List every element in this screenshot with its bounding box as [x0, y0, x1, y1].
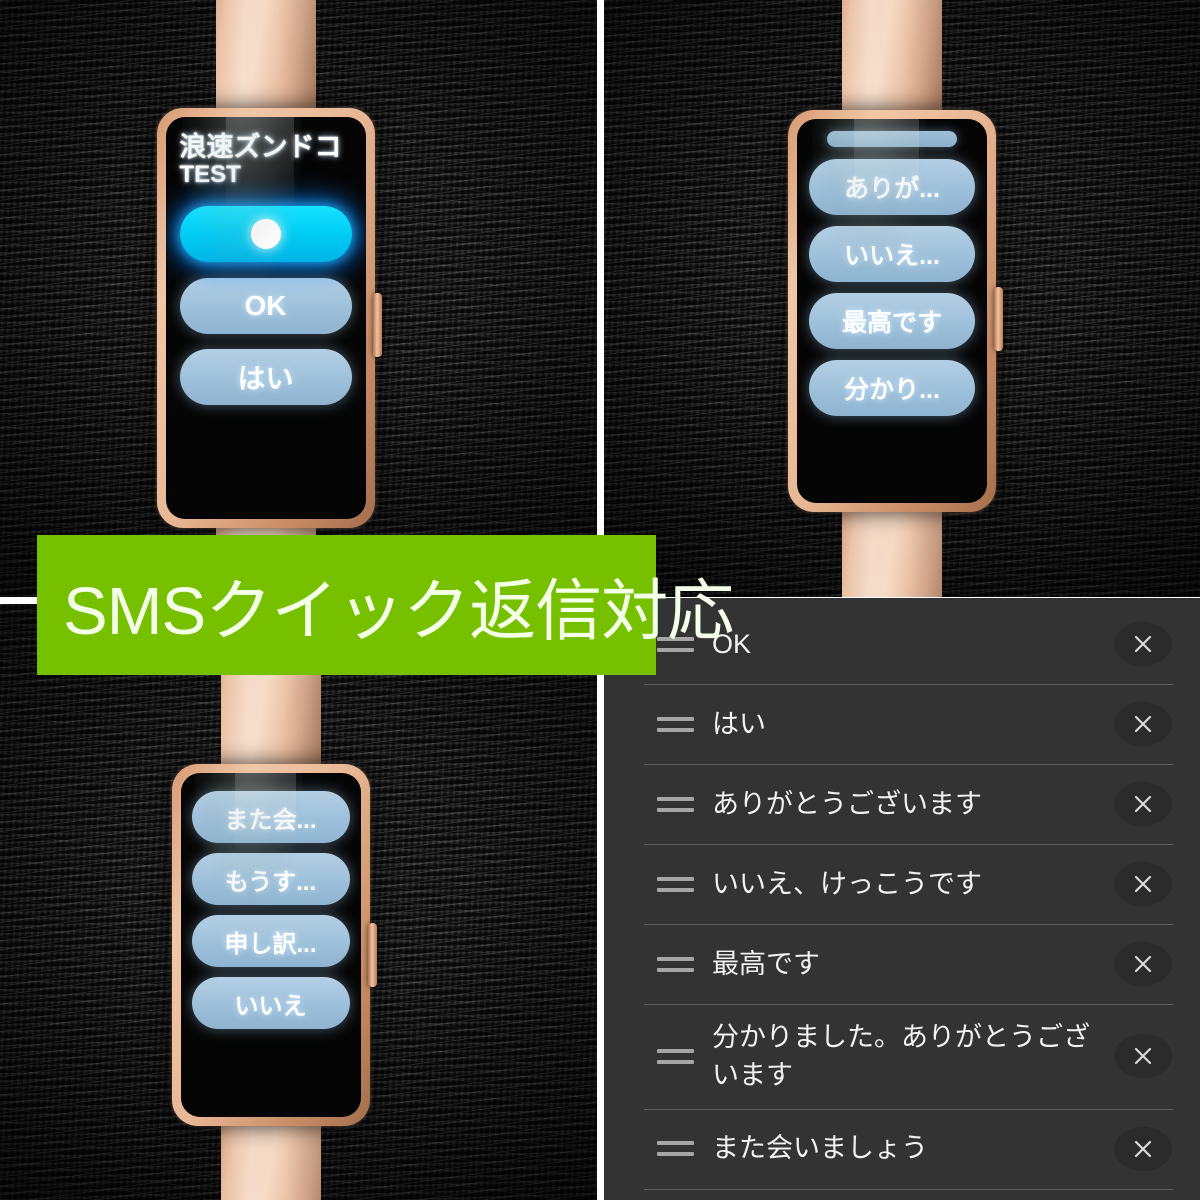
close-icon[interactable]: [1114, 1034, 1172, 1079]
quick-reply-button-1[interactable]: ありが...: [809, 159, 975, 215]
list-item-label: また会いましょう: [712, 1133, 928, 1164]
reply-button-ok[interactable]: OK: [179, 278, 352, 335]
list-item[interactable]: [604, 1188, 1200, 1200]
list-item-label: OK: [712, 628, 752, 659]
close-icon[interactable]: [1114, 622, 1172, 666]
watch-screen: また会... もうす... 申し訳... いいえ: [180, 773, 361, 1117]
collage-root: 浪速ズンドコ TEST OK はい ありが... いいえ... 最高です 分かり…: [0, 0, 1200, 1200]
close-icon[interactable]: [1114, 702, 1172, 746]
drag-handle-icon[interactable]: [644, 956, 706, 972]
drag-handle-icon[interactable]: [644, 1141, 706, 1157]
close-icon[interactable]: [1114, 942, 1172, 986]
close-icon[interactable]: [1114, 1126, 1172, 1171]
quick-reply-button-4[interactable]: いいえ: [191, 977, 350, 1029]
watch-screen: 浪速ズンドコ TEST OK はい: [165, 117, 366, 519]
watch-screen: ありが... いいえ... 最高です 分かり...: [797, 119, 987, 503]
list-item[interactable]: 最高です: [604, 924, 1200, 1004]
promo-banner: SMSクイック返信対応: [37, 535, 734, 675]
panel-bottom-right: OK はい ありがとうございます いいえ、けっこうです 最高です 分かりました。…: [604, 598, 1200, 1200]
list-item[interactable]: はい: [604, 684, 1200, 764]
reply-button-hai[interactable]: はい: [179, 349, 352, 406]
quick-reply-list: OK はい ありがとうございます いいえ、けっこうです 最高です 分かりました。…: [604, 604, 1200, 1200]
list-item[interactable]: いいえ、けっこうです: [604, 844, 1200, 924]
watch-case: ありが... いいえ... 最高です 分かり...: [788, 110, 1003, 512]
smartwatch-device: ありが... いいえ... 最高です 分かり...: [788, 0, 1003, 597]
notification-toggle[interactable]: [179, 206, 352, 263]
quick-reply-button-1[interactable]: また会...: [191, 791, 350, 843]
list-item-label: はい: [712, 708, 766, 739]
notification-title-line2: TEST: [179, 161, 241, 189]
list-item-label: 分かりました。ありがとうございます: [712, 1022, 1090, 1091]
close-icon[interactable]: [1114, 862, 1172, 906]
smartwatch-device: 浪速ズンドコ TEST OK はい: [156, 0, 382, 597]
panel-bottom-left: また会... もうす... 申し訳... いいえ: [0, 604, 597, 1200]
toggle-knob: [250, 219, 281, 250]
drag-handle-icon[interactable]: [644, 716, 706, 732]
quick-reply-button-3[interactable]: 申し訳...: [191, 915, 350, 967]
quick-reply-button-2[interactable]: いいえ...: [809, 226, 975, 282]
scroll-indicator-bar: [827, 131, 957, 147]
watch-side-button[interactable]: [994, 286, 1003, 351]
list-item[interactable]: また会いましょう: [604, 1108, 1200, 1189]
list-item-label: 最高です: [712, 948, 820, 979]
panel-top-left: 浪速ズンドコ TEST OK はい: [0, 0, 597, 597]
drag-handle-icon[interactable]: [644, 1048, 706, 1064]
notification-title-line1: 浪速ズンドコ: [179, 132, 342, 162]
list-item-label: ありがとうございます: [712, 788, 982, 819]
close-icon[interactable]: [1114, 782, 1172, 826]
promo-banner-text: SMSクイック返信対応: [63, 573, 734, 649]
list-item[interactable]: 分かりました。ありがとうございます: [604, 1004, 1200, 1109]
drag-handle-icon[interactable]: [644, 796, 706, 812]
quick-reply-button-2[interactable]: もうす...: [191, 853, 350, 905]
notification-title: 浪速ズンドコ TEST: [179, 132, 352, 189]
panel-top-right: ありが... いいえ... 最高です 分かり...: [604, 0, 1200, 597]
drag-handle-icon[interactable]: [644, 876, 706, 892]
quick-reply-button-3[interactable]: 最高です: [809, 293, 975, 349]
smartwatch-device: また会... もうす... 申し訳... いいえ: [171, 604, 377, 1200]
watch-case: また会... もうす... 申し訳... いいえ: [171, 764, 377, 1126]
quick-reply-button-4[interactable]: 分かり...: [809, 360, 975, 416]
watch-case: 浪速ズンドコ TEST OK はい: [156, 108, 382, 528]
watch-side-button[interactable]: [367, 923, 377, 988]
watch-side-button[interactable]: [372, 292, 382, 357]
list-item-label: いいえ、けっこうです: [712, 868, 982, 899]
list-item[interactable]: ありがとうございます: [604, 764, 1200, 844]
